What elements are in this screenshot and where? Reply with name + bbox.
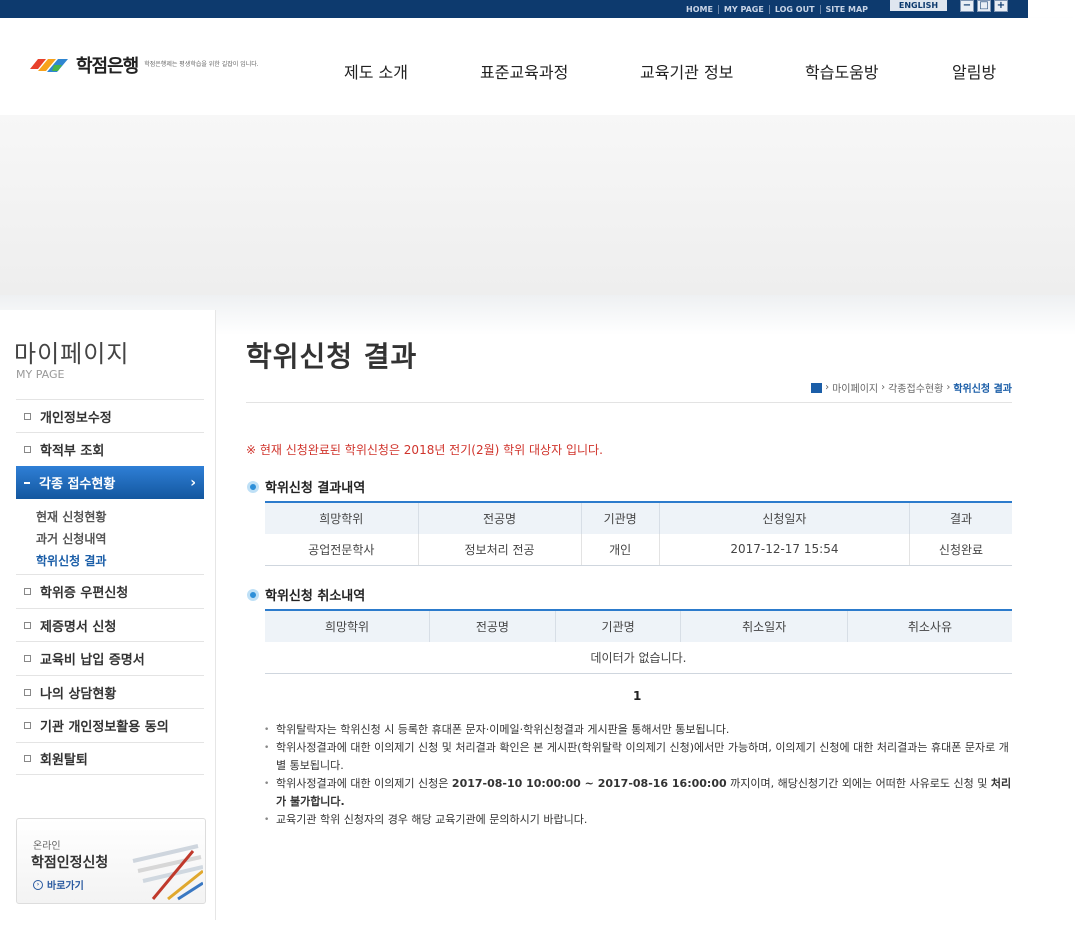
bullet-icon bbox=[24, 587, 31, 595]
lnb-item-edit-profile[interactable]: 개인정보수정 bbox=[16, 399, 204, 432]
english-button[interactable]: ENGLISH bbox=[890, 0, 947, 11]
bullet-icon bbox=[24, 412, 31, 420]
bullet-icon bbox=[24, 688, 31, 696]
utility-links: HOME MY PAGE LOG OUT SITE MAP bbox=[681, 0, 873, 18]
col-cancel-reason: 취소사유 bbox=[846, 609, 1012, 642]
col-institution: 기관명 bbox=[580, 501, 660, 534]
lnb-sub-past-applications[interactable]: 과거 신청내역 bbox=[36, 530, 106, 547]
note-item: 학위탈락자는 학위신청 시 등록한 휴대폰 문자·이메일·학위신청결과 게시판을… bbox=[262, 721, 1014, 739]
chevron-right-icon: › bbox=[190, 474, 196, 491]
banner-line1: 온라인 bbox=[33, 841, 61, 852]
col-major: 전공명 bbox=[429, 609, 556, 642]
banner-line2: 학점인정신청 bbox=[31, 855, 109, 871]
col-apply-date: 신청일자 bbox=[658, 501, 910, 534]
result-section-title: 학위신청 결과내역 bbox=[247, 477, 365, 496]
square-icon: □ bbox=[979, 0, 989, 11]
notes-list: 학위탈락자는 학위신청 시 등록한 휴대폰 문자·이메일·학위신청결과 게시판을… bbox=[262, 721, 1014, 829]
online-credit-banner[interactable]: 온라인 학점인정신청 › 바로가기 bbox=[16, 818, 206, 904]
lnb-item-certificates[interactable]: 제증명서 신청 bbox=[16, 608, 204, 641]
lnb-item-academic-record[interactable]: 학적부 조회 bbox=[16, 432, 204, 465]
lnb-item-withdraw[interactable]: 회원탈퇴 bbox=[16, 742, 204, 775]
breadcrumb-mypage[interactable]: 마이페이지 bbox=[832, 380, 878, 395]
cell-institution: 개인 bbox=[580, 534, 660, 566]
zoom-reset-button[interactable]: □ bbox=[977, 0, 991, 12]
note-item: 학위사정결과에 대한 이의제기 신청은 2017-08-10 10:00:00 … bbox=[262, 775, 1014, 811]
home-link[interactable]: HOME bbox=[681, 5, 718, 14]
dash-icon bbox=[24, 481, 30, 484]
breadcrumb-status[interactable]: 각종접수현황 bbox=[888, 380, 943, 395]
col-institution: 기관명 bbox=[554, 609, 681, 642]
zoom-out-button[interactable]: − bbox=[960, 0, 974, 12]
site-logo[interactable]: 학점은행 학점은행제는 평생학습을 위한 길잡이 입니다. bbox=[30, 52, 264, 78]
pencils-illustration-icon bbox=[132, 844, 203, 901]
lnb-item-privacy-consent[interactable]: 기관 개인정보활용 동의 bbox=[16, 708, 204, 741]
bullet-icon bbox=[24, 445, 31, 453]
notice-text: ※ 현재 신청완료된 학위신청은 2018년 전기(2월) 학위 대상자 입니다… bbox=[246, 443, 603, 457]
logo-mark-icon bbox=[30, 55, 70, 75]
logo-name: 학점은행 bbox=[76, 56, 139, 77]
lnb-sub-degree-result[interactable]: 학위신청 결과 bbox=[36, 552, 106, 569]
lnb-subtitle: MY PAGE bbox=[16, 368, 65, 381]
empty-message: 데이터가 없습니다. bbox=[265, 642, 1012, 674]
page-number[interactable]: 1 bbox=[633, 689, 641, 703]
table-row: 데이터가 없습니다. bbox=[265, 642, 1012, 674]
section-bullet-icon bbox=[247, 480, 259, 493]
bullet-icon bbox=[24, 755, 31, 762]
lnb-title: 마이페이지 bbox=[14, 340, 130, 368]
plus-icon: + bbox=[996, 0, 1006, 11]
lnb-item-tuition-certificate[interactable]: 교육비 납입 증명서 bbox=[16, 641, 204, 674]
col-major: 전공명 bbox=[417, 501, 582, 534]
logout-link[interactable]: LOG OUT bbox=[768, 4, 820, 14]
gnb-notice[interactable]: 알림방 bbox=[952, 59, 996, 83]
cancel-table: 희망학위 전공명 기관명 취소일자 취소사유 데이터가 없습니다. bbox=[265, 609, 1012, 674]
breadcrumb: › 마이페이지 › 각종접수현황 › 학위신청 결과 bbox=[811, 380, 1012, 395]
gnb-standard-curriculum[interactable]: 표준교육과정 bbox=[480, 59, 568, 83]
top-utility-bar: HOME MY PAGE LOG OUT SITE MAP ENGLISH − … bbox=[0, 0, 1028, 18]
cell-apply-date: 2017-12-17 15:54 bbox=[658, 534, 910, 566]
breadcrumb-current: 학위신청 결과 bbox=[953, 384, 1012, 395]
table-header-row: 희망학위 전공명 기관명 신청일자 결과 bbox=[265, 501, 1012, 534]
lnb-item-diploma-mail[interactable]: 학위증 우편신청 bbox=[16, 574, 204, 607]
minus-icon: − bbox=[962, 0, 972, 11]
arrow-circle-icon: › bbox=[33, 879, 43, 890]
bullet-icon bbox=[24, 621, 31, 629]
col-cancel-date: 취소일자 bbox=[680, 609, 848, 642]
gnb-institution-info[interactable]: 교육기관 정보 bbox=[640, 59, 733, 83]
table-header-row: 희망학위 전공명 기관명 취소일자 취소사유 bbox=[265, 609, 1012, 642]
table-row: 공업전문학사 정보처리 전공 개인 2017-12-17 15:54 신청완료 bbox=[265, 534, 1012, 566]
left-navigation: 마이페이지 MY PAGE 개인정보수정 학적부 조회 각종 접수현황 › 현재 … bbox=[0, 310, 216, 920]
cancel-section-title: 학위신청 취소내역 bbox=[247, 585, 365, 604]
zoom-in-button[interactable]: + bbox=[994, 0, 1008, 12]
cell-degree: 공업전문학사 bbox=[265, 534, 419, 566]
lnb-item-consultation[interactable]: 나의 상담현황 bbox=[16, 675, 204, 708]
lnb-item-application-status[interactable]: 각종 접수현황 › bbox=[16, 466, 204, 499]
cell-result: 신청완료 bbox=[909, 534, 1012, 566]
note-item: 학위사정결과에 대한 이의제기 신청 및 처리결과 확인은 본 게시판(학위탈락… bbox=[262, 739, 1014, 775]
section-bullet-icon bbox=[247, 588, 259, 601]
title-divider bbox=[246, 402, 1012, 403]
lnb-sub-current-applications[interactable]: 현재 신청현황 bbox=[36, 508, 106, 525]
col-result: 결과 bbox=[909, 501, 1012, 534]
my-page-link[interactable]: MY PAGE bbox=[717, 4, 769, 14]
bullet-icon bbox=[24, 721, 31, 729]
cell-major: 정보처리 전공 bbox=[417, 534, 582, 566]
gnb-learning-help[interactable]: 학습도움방 bbox=[805, 59, 879, 83]
site-map-link[interactable]: SITE MAP bbox=[819, 4, 873, 14]
home-icon[interactable] bbox=[811, 382, 823, 393]
note-item: 교육기관 학위 신청자의 경우 해당 교육기관에 문의하시기 바랍니다. bbox=[262, 811, 1014, 829]
col-degree: 희망학위 bbox=[265, 609, 430, 642]
bullet-icon bbox=[24, 654, 31, 662]
gnb-system-intro[interactable]: 제도 소개 bbox=[344, 59, 408, 83]
result-table: 희망학위 전공명 기관명 신청일자 결과 공업전문학사 정보처리 전공 개인 2… bbox=[265, 501, 1012, 566]
logo-tagline: 학점은행제는 평생학습을 위한 길잡이 입니다. bbox=[144, 61, 259, 68]
header: 학점은행 학점은행제는 평생학습을 위한 길잡이 입니다. 제도 소개 표준교육… bbox=[0, 18, 1075, 115]
page-title: 학위신청 결과 bbox=[246, 340, 418, 373]
visual-banner bbox=[0, 115, 1075, 295]
banner-go-link[interactable]: › 바로가기 bbox=[33, 877, 84, 892]
col-degree: 희망학위 bbox=[265, 501, 419, 534]
